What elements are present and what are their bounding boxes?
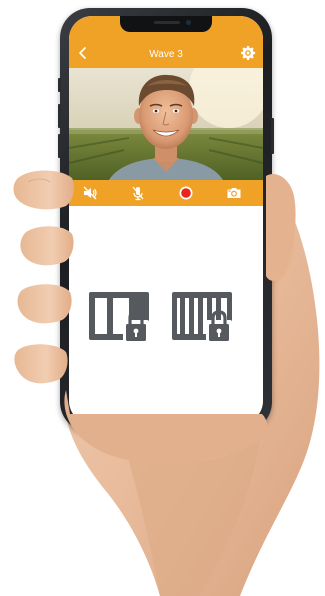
phone-device: Wave 3	[58, 8, 274, 432]
camera-icon[interactable]	[226, 185, 242, 201]
gate-lock-icon[interactable]	[170, 290, 234, 348]
door-lock-icon[interactable]	[87, 290, 151, 348]
page-title: Wave 3	[149, 49, 183, 60]
phone-screen: Wave 3	[69, 16, 263, 424]
microphone-muted-icon[interactable]	[130, 185, 146, 201]
front-camera	[186, 20, 191, 25]
speaker-muted-icon[interactable]	[82, 185, 98, 201]
phone-side-button	[58, 78, 61, 92]
record-icon[interactable]	[178, 185, 194, 201]
phone-power-button	[271, 118, 274, 154]
call-controls-bar	[69, 180, 263, 206]
stage: Wave 3	[0, 0, 325, 596]
phone-side-button	[58, 134, 61, 158]
gear-icon[interactable]	[240, 45, 256, 61]
notch	[120, 16, 212, 32]
chevron-left-icon[interactable]	[76, 46, 90, 60]
phone-side-button	[58, 104, 61, 128]
video-feed	[69, 68, 263, 180]
earpiece	[154, 21, 180, 24]
